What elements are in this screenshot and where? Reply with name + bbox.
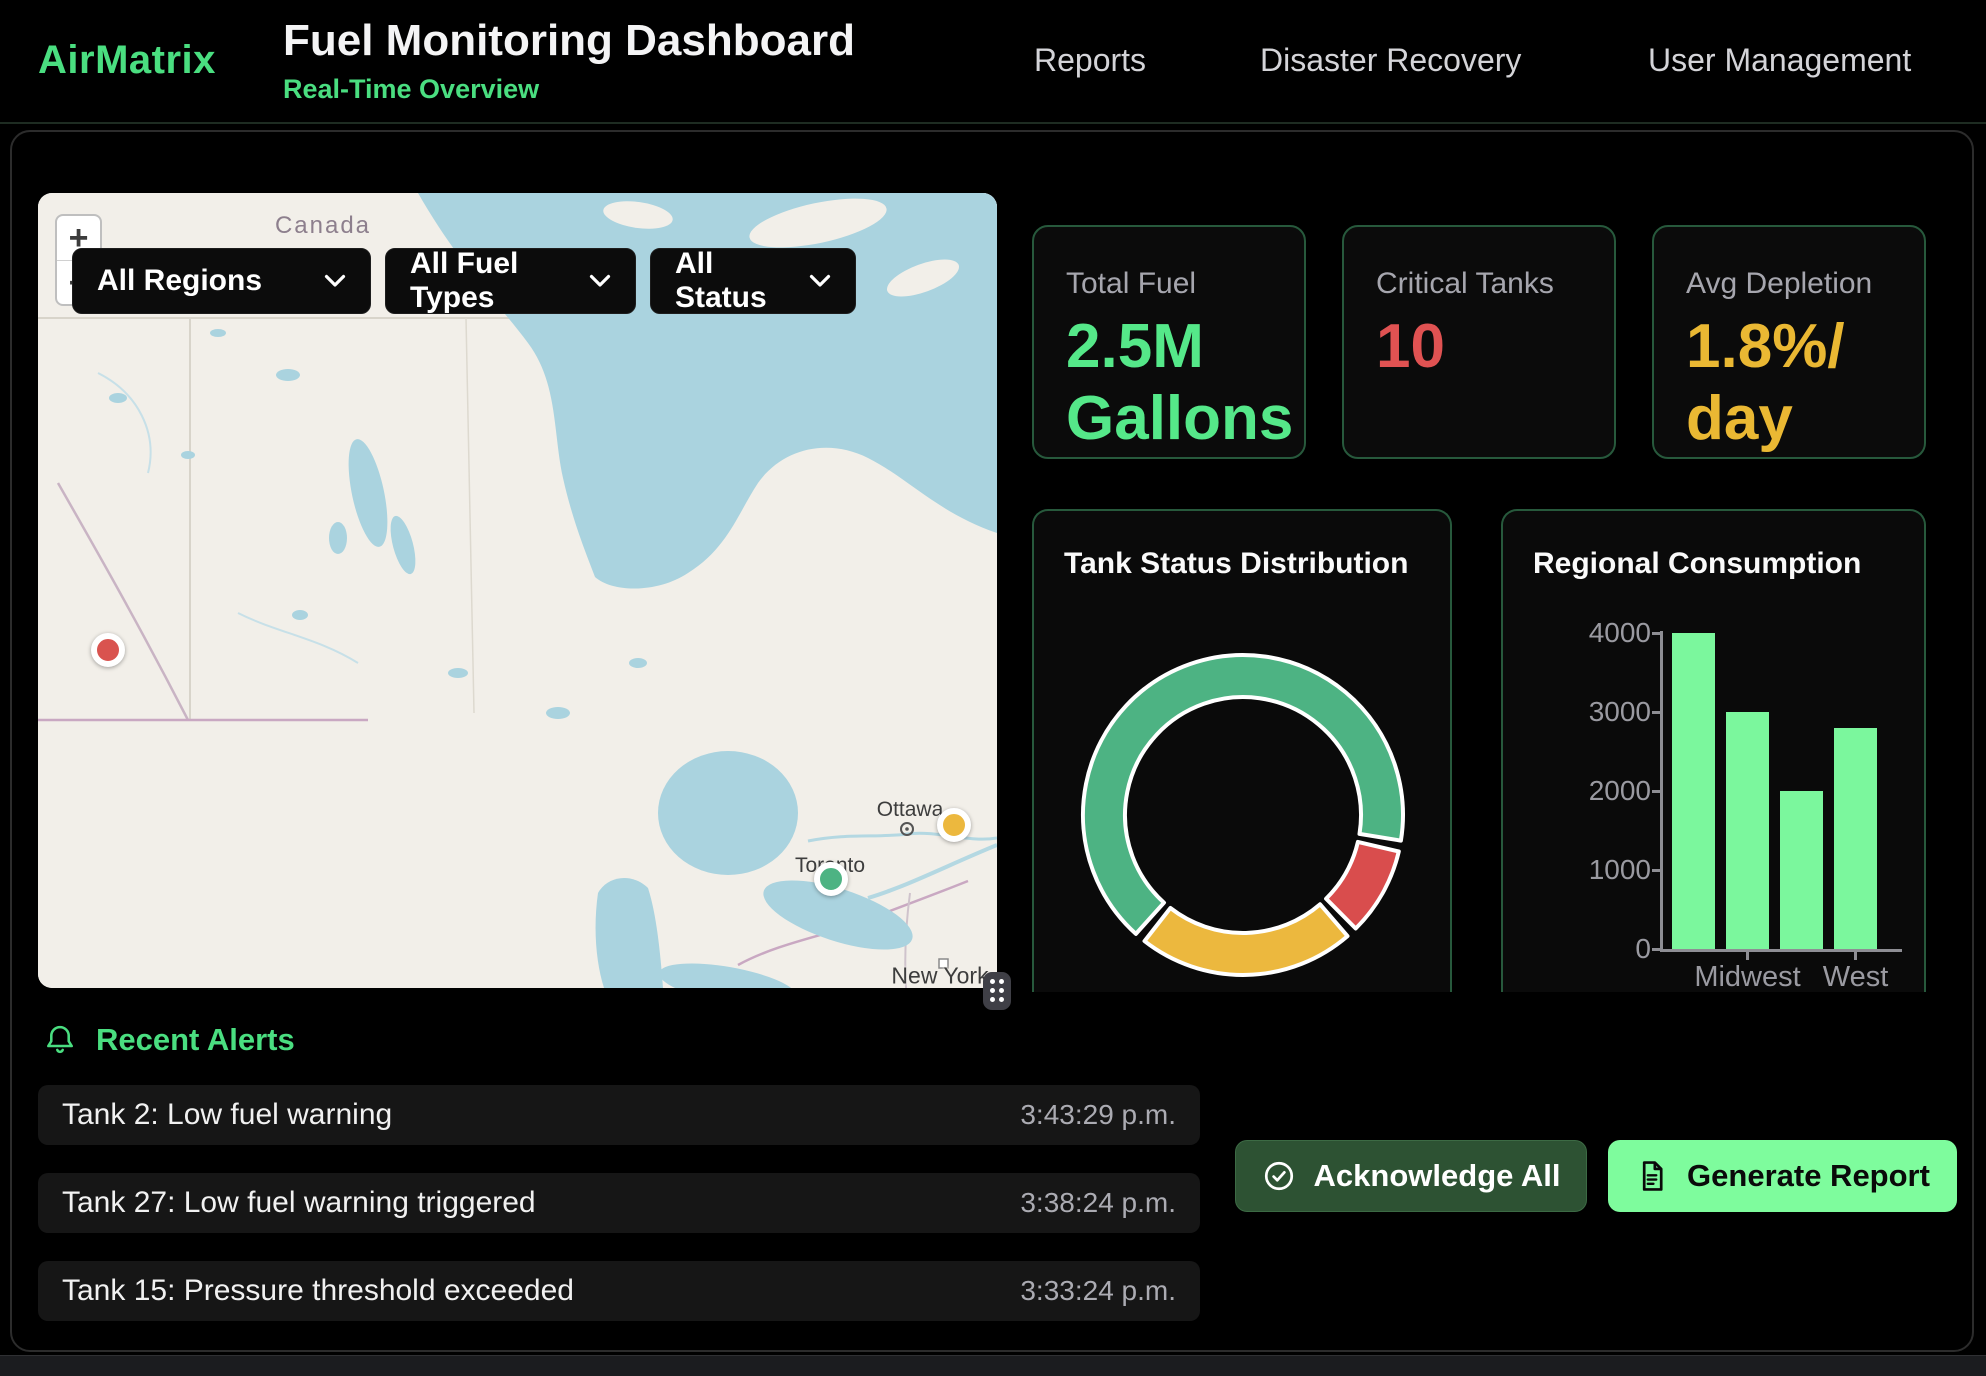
- stat-value-line: 1.8%/: [1686, 311, 1924, 383]
- bell-icon: [42, 1022, 78, 1058]
- map-label-new-york: New York: [891, 963, 988, 989]
- alert-message: Tank 2: Low fuel warning: [62, 1098, 392, 1132]
- regional-consumption-card: Regional Consumption 01000200030004000Mi…: [1501, 509, 1926, 992]
- filter-dropdown-label: All Regions: [97, 264, 262, 298]
- stat-card-critical-tanks: Critical Tanks 10: [1342, 225, 1616, 459]
- chevron-down-icon: [589, 274, 611, 288]
- map-marker-critical[interactable]: [91, 633, 125, 667]
- stat-value: 1.8%/day: [1686, 311, 1924, 455]
- tank-status-card: Tank Status Distribution: [1032, 509, 1452, 992]
- y-axis-tick-mark: [1652, 948, 1661, 951]
- map-lake: [109, 393, 127, 403]
- x-axis-tick-mark: [1746, 951, 1749, 960]
- y-axis-tick-mark: [1652, 869, 1661, 872]
- y-axis-tick-label: 0: [1531, 933, 1651, 965]
- alert-row[interactable]: Tank 15: Pressure threshold exceeded 3:33…: [38, 1261, 1200, 1321]
- stat-label: Total Fuel: [1066, 267, 1304, 301]
- alerts-title: Recent Alerts: [96, 1022, 295, 1058]
- map-label-ottawa: Ottawa: [877, 798, 944, 822]
- generate-report-button[interactable]: Generate Report: [1608, 1140, 1957, 1212]
- map-lake: [629, 658, 647, 668]
- map-lake: [210, 329, 226, 337]
- bar-west[interactable]: [1834, 728, 1877, 949]
- page-title: Fuel Monitoring Dashboard: [283, 16, 855, 66]
- nav-item-disaster-recovery[interactable]: Disaster Recovery: [1260, 42, 1521, 79]
- acknowledge-all-label: Acknowledge All: [1314, 1158, 1561, 1194]
- map-lake: [329, 522, 347, 554]
- stat-value: 2.5MGallons: [1066, 311, 1304, 455]
- stat-card-total-fuel: Total Fuel 2.5MGallons: [1032, 225, 1306, 459]
- map-lake-huron: [658, 751, 798, 875]
- map-lake: [276, 369, 300, 381]
- alerts-header: Recent Alerts: [42, 1022, 295, 1058]
- app-root: AirMatrix Fuel Monitoring Dashboard Real…: [0, 0, 1986, 1376]
- bar-northeast[interactable]: [1672, 633, 1715, 949]
- y-axis-tick-mark: [1652, 790, 1661, 793]
- y-axis-tick-mark: [1652, 632, 1661, 635]
- window-bottom-strip: [0, 1355, 1986, 1376]
- y-axis-tick-label: 1000: [1531, 854, 1651, 886]
- donut-segment-critical[interactable]: [1326, 842, 1399, 929]
- stat-value-line: day: [1686, 383, 1924, 455]
- bar-midwest[interactable]: [1726, 712, 1769, 949]
- x-axis-tick-label: West: [1776, 961, 1927, 992]
- map-filter-bar: All Regions All Fuel Types All Status: [72, 248, 856, 314]
- bar-south[interactable]: [1780, 791, 1823, 949]
- y-axis-tick-mark: [1652, 711, 1661, 714]
- map-lake: [448, 668, 468, 678]
- filter-dropdown-label: All Status: [675, 247, 783, 315]
- bar-chart-x-axis: [1660, 949, 1902, 952]
- app-header: AirMatrix Fuel Monitoring Dashboard Real…: [0, 0, 1986, 124]
- file-text-icon: [1635, 1159, 1669, 1193]
- stat-value-line: Gallons: [1066, 383, 1304, 455]
- map-marker-normal[interactable]: [814, 862, 848, 896]
- stat-label: Avg Depletion: [1686, 267, 1924, 301]
- map-lake: [292, 610, 308, 620]
- page-subtitle: Real-Time Overview: [283, 74, 539, 105]
- map-lake: [181, 451, 195, 459]
- stat-value-line: 10: [1376, 311, 1614, 383]
- donut-segment-warning[interactable]: [1145, 904, 1348, 975]
- y-axis-tick-label: 3000: [1531, 696, 1651, 728]
- alert-message: Tank 27: Low fuel warning triggered: [62, 1186, 536, 1220]
- filter-dropdown-all-status[interactable]: All Status: [650, 248, 856, 314]
- x-axis-tick-mark: [1854, 951, 1857, 960]
- alert-timestamp: 3:38:24 p.m.: [1020, 1187, 1176, 1219]
- chevron-down-icon: [324, 274, 346, 288]
- stats-row: Total Fuel 2.5MGallons Critical Tanks 10 Avg…: [1032, 225, 1926, 459]
- nav-item-user-management[interactable]: User Management: [1648, 42, 1911, 79]
- alerts-list: Tank 2: Low fuel warning3:43:29 p.m.Tank…: [38, 1085, 1200, 1321]
- chevron-down-icon: [809, 274, 831, 288]
- alert-row[interactable]: Tank 2: Low fuel warning 3:43:29 p.m.: [38, 1085, 1200, 1145]
- brand-logo[interactable]: AirMatrix: [38, 38, 216, 83]
- alert-timestamp: 3:43:29 p.m.: [1020, 1099, 1176, 1131]
- stat-value: 10: [1376, 311, 1614, 383]
- filter-dropdown-all-regions[interactable]: All Regions: [72, 248, 371, 314]
- acknowledge-all-button[interactable]: Acknowledge All: [1235, 1140, 1587, 1212]
- donut-chart[interactable]: [1034, 571, 1452, 992]
- check-circle-icon: [1262, 1159, 1296, 1193]
- map-lake: [546, 707, 570, 719]
- stat-card-avg-depletion: Avg Depletion 1.8%/day: [1652, 225, 1926, 459]
- alert-row[interactable]: Tank 27: Low fuel warning triggered 3:38:…: [38, 1173, 1200, 1233]
- y-axis-tick-label: 4000: [1531, 617, 1651, 649]
- generate-report-label: Generate Report: [1687, 1158, 1930, 1194]
- map-marker-warning[interactable]: [937, 808, 971, 842]
- alert-timestamp: 3:33:24 p.m.: [1020, 1275, 1176, 1307]
- stat-label: Critical Tanks: [1376, 267, 1614, 301]
- filter-dropdown-label: All Fuel Types: [410, 247, 563, 315]
- stat-value-line: 2.5M: [1066, 311, 1304, 383]
- resize-grip-handle[interactable]: [983, 972, 1011, 1010]
- map-panel[interactable]: + − All RegionsAll Fuel TypesAll Status …: [38, 193, 997, 988]
- y-axis-tick-label: 2000: [1531, 775, 1651, 807]
- nav-item-reports[interactable]: Reports: [1034, 42, 1146, 79]
- alert-message: Tank 15: Pressure threshold exceeded: [62, 1274, 574, 1308]
- map-label-canada: Canada: [275, 212, 371, 240]
- bar-chart-title: Regional Consumption: [1533, 547, 1861, 581]
- filter-dropdown-all-fuel-types[interactable]: All Fuel Types: [385, 248, 636, 314]
